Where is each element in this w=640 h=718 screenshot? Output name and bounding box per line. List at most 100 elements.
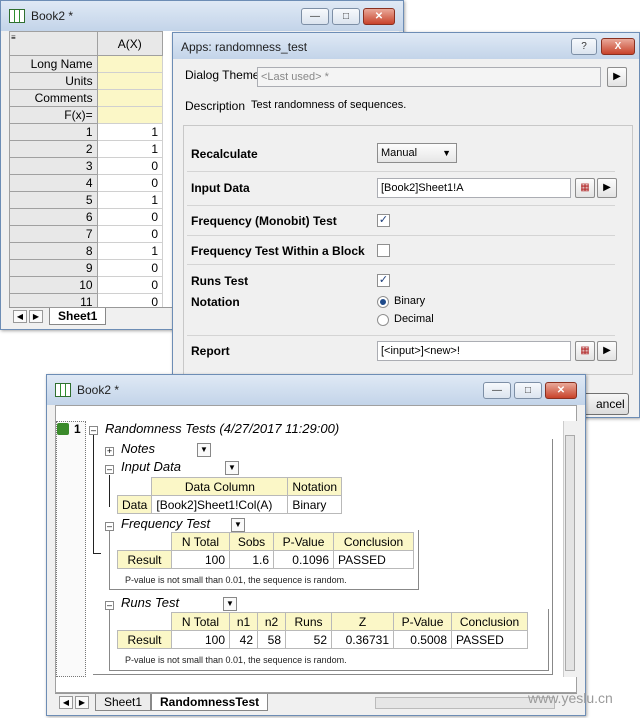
- randomness-test-dialog: Apps: randomness_test ? X Dialog Theme <…: [172, 32, 640, 418]
- meta-cell[interactable]: [96, 106, 164, 124]
- recalculate-value: Manual: [381, 147, 418, 159]
- tab-prev-icon[interactable]: ◀: [13, 310, 27, 323]
- frequency-block-checkbox[interactable]: [377, 244, 390, 257]
- table-cell[interactable]: 0.5008: [393, 630, 452, 649]
- table-cell[interactable]: Binary: [287, 495, 343, 514]
- input-range-picker-icon[interactable]: ▦: [575, 178, 595, 198]
- meta-cell[interactable]: [96, 72, 164, 90]
- title-bar[interactable]: Book2 * — □ ✕: [1, 1, 403, 31]
- tab-next-icon[interactable]: ▶: [29, 310, 43, 323]
- table-cell[interactable]: 42: [229, 630, 258, 649]
- column-header: Data Column: [151, 477, 289, 496]
- column-header-a[interactable]: A(X): [96, 31, 164, 56]
- table-cell[interactable]: 0.36731: [331, 630, 394, 649]
- report-menu-button[interactable]: ▶: [597, 341, 617, 361]
- collapse-report-icon[interactable]: –: [89, 426, 98, 435]
- notation-label: Notation: [191, 295, 240, 309]
- report-title: Randomness Tests (4/27/2017 11:29:00): [105, 421, 340, 436]
- recalculate-select[interactable]: Manual ▼: [377, 143, 457, 163]
- frequency-test-checkbox[interactable]: ✓: [377, 214, 390, 227]
- collapse-input-data-icon[interactable]: –: [105, 465, 114, 474]
- row-number[interactable]: 4: [9, 174, 98, 192]
- data-cell[interactable]: 0: [96, 259, 164, 277]
- report-field[interactable]: [<input>]<new>!: [377, 341, 571, 361]
- data-cell[interactable]: 1: [96, 191, 164, 209]
- book2-report-window: Book2 * — □ ✕ 1 – Randomness Tests (4/27…: [46, 374, 586, 716]
- row-number[interactable]: 1: [9, 123, 98, 141]
- tab-next-icon[interactable]: ▶: [75, 696, 89, 709]
- tab-sheet1[interactable]: Sheet1: [95, 694, 152, 711]
- column-header: Sobs: [229, 532, 274, 551]
- table-cell[interactable]: [Book2]Sheet1!Col(A): [151, 495, 289, 514]
- report-label: Report: [191, 344, 230, 358]
- runs-test-checkbox[interactable]: ✓: [377, 274, 390, 287]
- meta-cell[interactable]: [96, 55, 164, 73]
- row-label-long-name: Long Name: [9, 55, 98, 73]
- close-button[interactable]: ✕: [545, 382, 577, 399]
- data-cell[interactable]: 0: [96, 157, 164, 175]
- table-cell[interactable]: 58: [257, 630, 286, 649]
- minimize-button[interactable]: —: [301, 8, 329, 25]
- table-cell[interactable]: PASSED: [451, 630, 528, 649]
- data-cell[interactable]: 1: [96, 123, 164, 141]
- report-title-bar[interactable]: Book2 * — □ ✕: [47, 375, 585, 405]
- cancel-label: ancel: [596, 397, 625, 411]
- column-header: P-Value: [393, 612, 452, 631]
- row-number[interactable]: 10: [9, 276, 98, 294]
- help-button[interactable]: ?: [571, 38, 597, 55]
- expand-notes-icon[interactable]: +: [105, 447, 114, 456]
- notes-menu-icon[interactable]: ▼: [197, 443, 211, 457]
- column-header: Notation: [287, 477, 343, 496]
- data-cell[interactable]: 0: [96, 174, 164, 192]
- row-header-strip: [56, 421, 86, 677]
- data-cell[interactable]: 1: [96, 242, 164, 260]
- dialog-title-bar[interactable]: Apps: randomness_test ? X: [173, 33, 639, 59]
- table-cell[interactable]: 100: [171, 630, 230, 649]
- row-number[interactable]: 9: [9, 259, 98, 277]
- maximize-button[interactable]: □: [332, 8, 360, 25]
- maximize-button[interactable]: □: [514, 382, 542, 399]
- report-index: 1: [74, 422, 81, 436]
- input-menu-button[interactable]: ▶: [597, 178, 617, 198]
- row-number[interactable]: 8: [9, 242, 98, 260]
- minimize-button[interactable]: —: [483, 382, 511, 399]
- tab-prev-icon[interactable]: ◀: [59, 696, 73, 709]
- theme-menu-button[interactable]: ▶: [607, 67, 627, 87]
- scroll-thumb[interactable]: [565, 435, 575, 671]
- table-cell[interactable]: 0.1096: [273, 550, 334, 569]
- table-cell[interactable]: 52: [285, 630, 332, 649]
- theme-combo[interactable]: <Last used> *: [257, 67, 601, 87]
- data-cell[interactable]: 1: [96, 140, 164, 158]
- tab-randomness-test[interactable]: RandomnessTest: [151, 694, 269, 711]
- description-label: Description: [185, 99, 246, 113]
- frequency-table: N Total Sobs P-Value Conclusion Result 1…: [117, 532, 414, 569]
- lock-icon: [57, 423, 69, 435]
- report-tab-bar: ◀ ▶ Sheet1 RandomnessTest: [55, 693, 577, 711]
- select-all-corner[interactable]: ≡: [9, 31, 98, 56]
- data-cell[interactable]: 0: [96, 208, 164, 226]
- table-cell[interactable]: PASSED: [333, 550, 414, 569]
- workbook-icon: [9, 9, 25, 23]
- dialog-close-button[interactable]: X: [601, 38, 635, 55]
- tab-sheet1[interactable]: Sheet1: [49, 308, 107, 325]
- report-range-picker-icon[interactable]: ▦: [575, 341, 595, 361]
- table-cell[interactable]: 1.6: [229, 550, 274, 569]
- row-number[interactable]: 7: [9, 225, 98, 243]
- notation-decimal-radio[interactable]: [377, 314, 389, 326]
- table-cell[interactable]: 100: [171, 550, 230, 569]
- row-number[interactable]: 2: [9, 140, 98, 158]
- data-cell[interactable]: 0: [96, 225, 164, 243]
- input-data-table: Data Column Notation Data [Book2]Sheet1!…: [116, 477, 343, 514]
- input-data-menu-icon[interactable]: ▼: [225, 461, 239, 475]
- notation-binary-radio[interactable]: [377, 296, 389, 308]
- data-cell[interactable]: 0: [96, 276, 164, 294]
- input-data-field[interactable]: [Book2]Sheet1!A: [377, 178, 571, 198]
- row-number[interactable]: 6: [9, 208, 98, 226]
- close-button[interactable]: ✕: [363, 8, 395, 25]
- row-number[interactable]: 3: [9, 157, 98, 175]
- input-data-label: Input Data: [191, 181, 250, 195]
- column-header: Conclusion: [333, 532, 414, 551]
- meta-cell[interactable]: [96, 89, 164, 107]
- divider: [187, 335, 615, 336]
- row-number[interactable]: 5: [9, 191, 98, 209]
